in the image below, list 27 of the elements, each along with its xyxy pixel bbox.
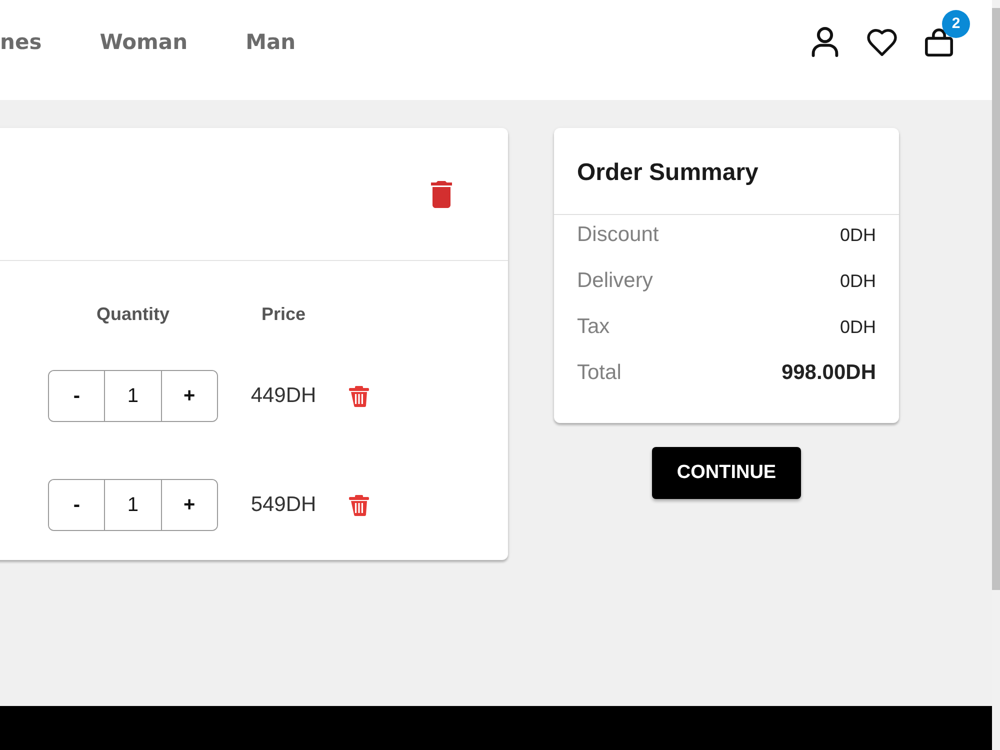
scrollbar-thumb[interactable] (992, 8, 1000, 590)
summary-value: 0DH (840, 224, 876, 246)
increment-button[interactable]: + (160, 371, 217, 421)
user-icon[interactable] (811, 27, 839, 57)
summary-label: Total (577, 361, 622, 385)
increment-button[interactable]: + (160, 480, 217, 530)
nav-link[interactable]: Woman (100, 30, 188, 54)
total-value: 998.00DH (781, 361, 876, 385)
summary-value: 0DH (840, 270, 876, 292)
column-heading: Price (261, 304, 306, 325)
summary-label: Discount (577, 223, 659, 247)
summary-value: 0DH (840, 316, 876, 338)
trash-icon[interactable] (430, 180, 453, 208)
item-price: 449DH (250, 384, 316, 408)
continue-button[interactable]: CONTINUE (652, 447, 801, 499)
column-heading: Quantity (96, 304, 170, 325)
nav-link[interactable]: nes (0, 30, 42, 54)
order-summary-title: Order Summary (554, 128, 899, 215)
shopping-bag-icon[interactable] (925, 28, 953, 56)
summary-label: Tax (577, 315, 610, 339)
cart-count-badge: 2 (942, 10, 970, 38)
heart-icon[interactable] (867, 28, 897, 56)
trash-icon[interactable] (349, 494, 369, 516)
summary-label: Delivery (577, 269, 653, 293)
item-price: 549DH (250, 493, 316, 517)
trash-icon[interactable] (349, 386, 369, 406)
nav-link[interactable]: Man (246, 30, 296, 54)
